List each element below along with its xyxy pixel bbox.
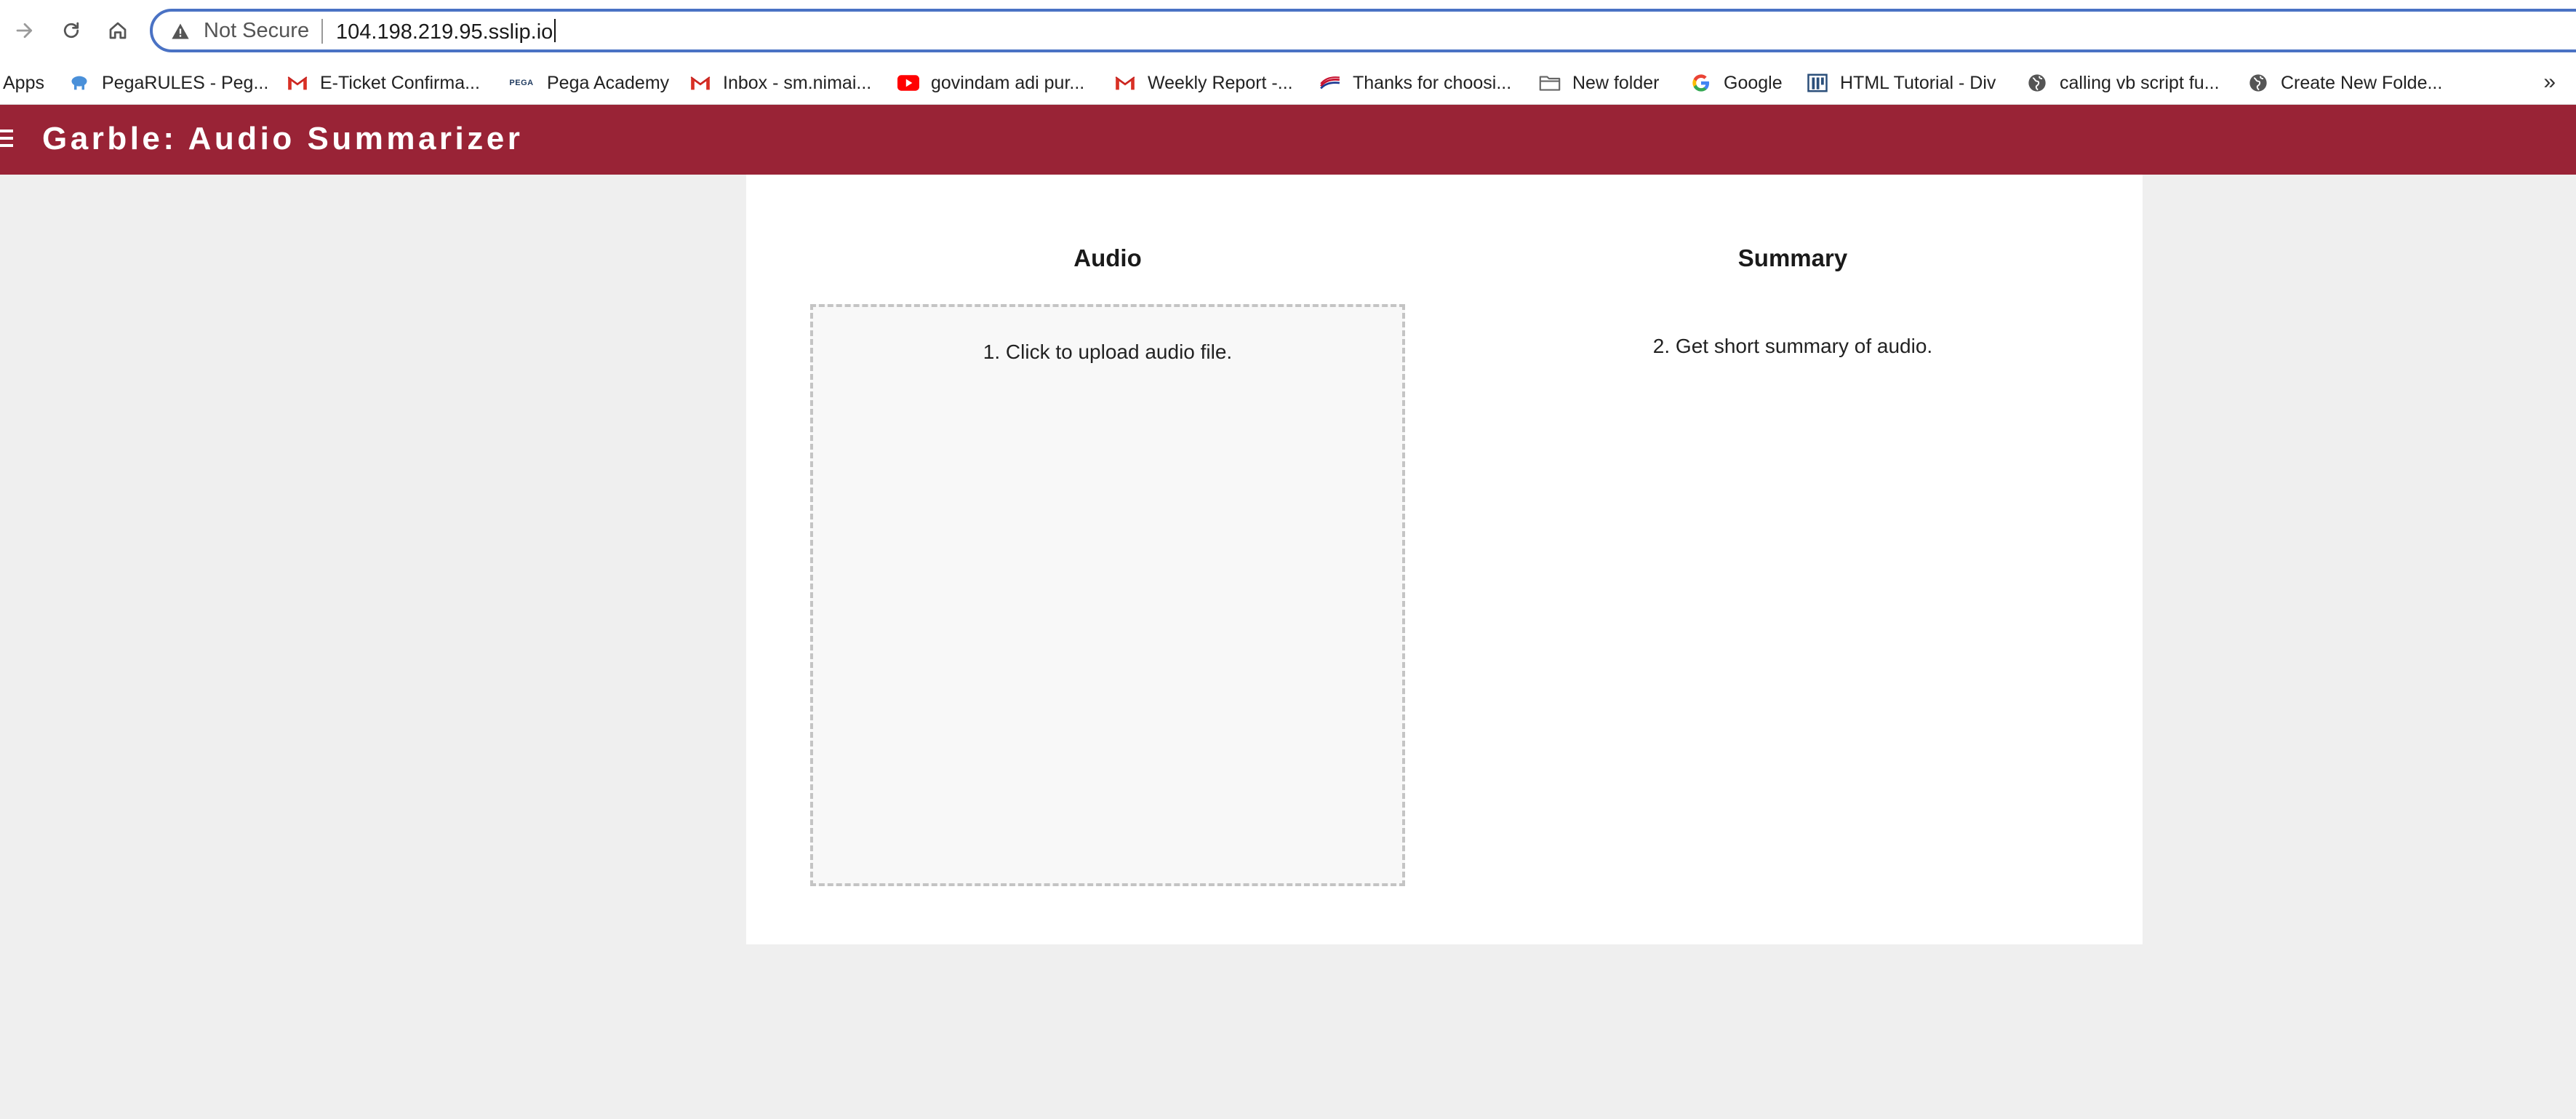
bookmarks-overflow-button[interactable]: » (2543, 70, 2556, 95)
bookmark-eticket[interactable]: E-Ticket Confirma... (287, 61, 480, 105)
gmail-icon (287, 72, 308, 94)
app-header: Garble: Audio Summarizer (0, 105, 2576, 175)
browser-toolbar: Not Secure 104.198.219.95.sslip.io (0, 0, 2576, 61)
bookmark-label: Apps (3, 72, 44, 93)
bookmark-calling-vb[interactable]: calling vb script fu... (2026, 61, 2220, 105)
bookmark-label: Google (1724, 72, 1783, 93)
bookmark-label: Create New Folde... (2281, 72, 2443, 93)
bookmark-new-folder[interactable]: New folder (1539, 61, 1660, 105)
folder-icon (1539, 72, 1561, 94)
google-icon (1690, 72, 1712, 94)
bookmark-google[interactable]: Google (1690, 61, 1783, 105)
url-value[interactable]: 104.198.219.95.sslip.io (336, 20, 553, 44)
upload-instruction: 1. Click to upload audio file. (983, 341, 1233, 363)
bookmark-label: Inbox - sm.nimai... (723, 72, 872, 93)
url-text[interactable]: 104.198.219.95.sslip.io (336, 19, 556, 44)
security-status-label[interactable]: Not Secure (204, 19, 309, 43)
bookmark-html-tutorial[interactable]: HTML Tutorial - Div (1807, 61, 1996, 105)
bookmarks-bar: Apps PegaRULES - Peg... E-Ticket Confirm… (0, 61, 2576, 105)
summary-instruction: 2. Get short summary of audio. (1652, 335, 1933, 357)
bookmark-thanks[interactable]: Thanks for choosi... (1319, 61, 1511, 105)
gmail-icon (1114, 72, 1136, 94)
bookmark-weekly-report[interactable]: Weekly Report -... (1114, 61, 1293, 105)
reload-icon (63, 22, 79, 39)
home-button[interactable] (102, 15, 134, 47)
bookmark-label: Weekly Report -... (1148, 72, 1293, 93)
warning-icon[interactable] (170, 21, 191, 41)
bookmark-label: calling vb script fu... (2060, 72, 2220, 93)
reload-button[interactable] (55, 15, 87, 47)
bookmark-apps[interactable]: Apps (3, 61, 44, 105)
text-caret (554, 19, 556, 42)
home-icon (109, 22, 127, 39)
audio-upload-dropzone[interactable]: 1. Click to upload audio file. (810, 304, 1405, 886)
pega-cloud-icon (68, 72, 90, 94)
globe-icon (2247, 72, 2269, 94)
bookmark-label: govindam adi pur... (931, 72, 1085, 93)
bookmark-label: Pega Academy (547, 72, 670, 93)
gmail-icon (689, 72, 711, 94)
bookmark-create-new-folder[interactable]: Create New Folde... (2247, 61, 2442, 105)
app-title: Garble: Audio Summarizer (42, 121, 524, 156)
forward-arrow-icon (16, 23, 33, 39)
bookmark-label: E-Ticket Confirma... (320, 72, 480, 93)
bookmark-inbox[interactable]: Inbox - sm.nimai... (689, 61, 871, 105)
address-divider (321, 19, 323, 44)
pega-logo-icon: PEGA (508, 72, 535, 94)
pega-logo-text: PEGA (509, 79, 534, 87)
bookmark-label: New folder (1572, 72, 1660, 93)
bookmark-pega-academy[interactable]: PEGA Pega Academy (508, 61, 669, 105)
flag-stripes-icon (1319, 72, 1341, 94)
main-content-card: Audio Summary 1. Click to upload audio f… (746, 175, 2143, 944)
bookmark-label: PegaRULES - Peg... (102, 72, 269, 93)
audio-heading: Audio (1073, 244, 1142, 271)
youtube-icon (897, 72, 919, 94)
globe-icon (2026, 72, 2048, 94)
bookmark-govindam[interactable]: govindam adi pur... (897, 61, 1084, 105)
forward-button[interactable] (9, 15, 41, 47)
bookmark-label: HTML Tutorial - Div (1840, 72, 1996, 93)
summary-heading: Summary (1737, 244, 1848, 271)
bookmark-pegarules[interactable]: PegaRULES - Peg... (68, 61, 268, 105)
tutorial-site-icon (1807, 72, 1828, 94)
address-bar[interactable]: Not Secure 104.198.219.95.sslip.io (150, 9, 2576, 52)
hamburger-menu-icon[interactable] (0, 130, 13, 150)
bookmark-label: Thanks for choosi... (1353, 72, 1512, 93)
